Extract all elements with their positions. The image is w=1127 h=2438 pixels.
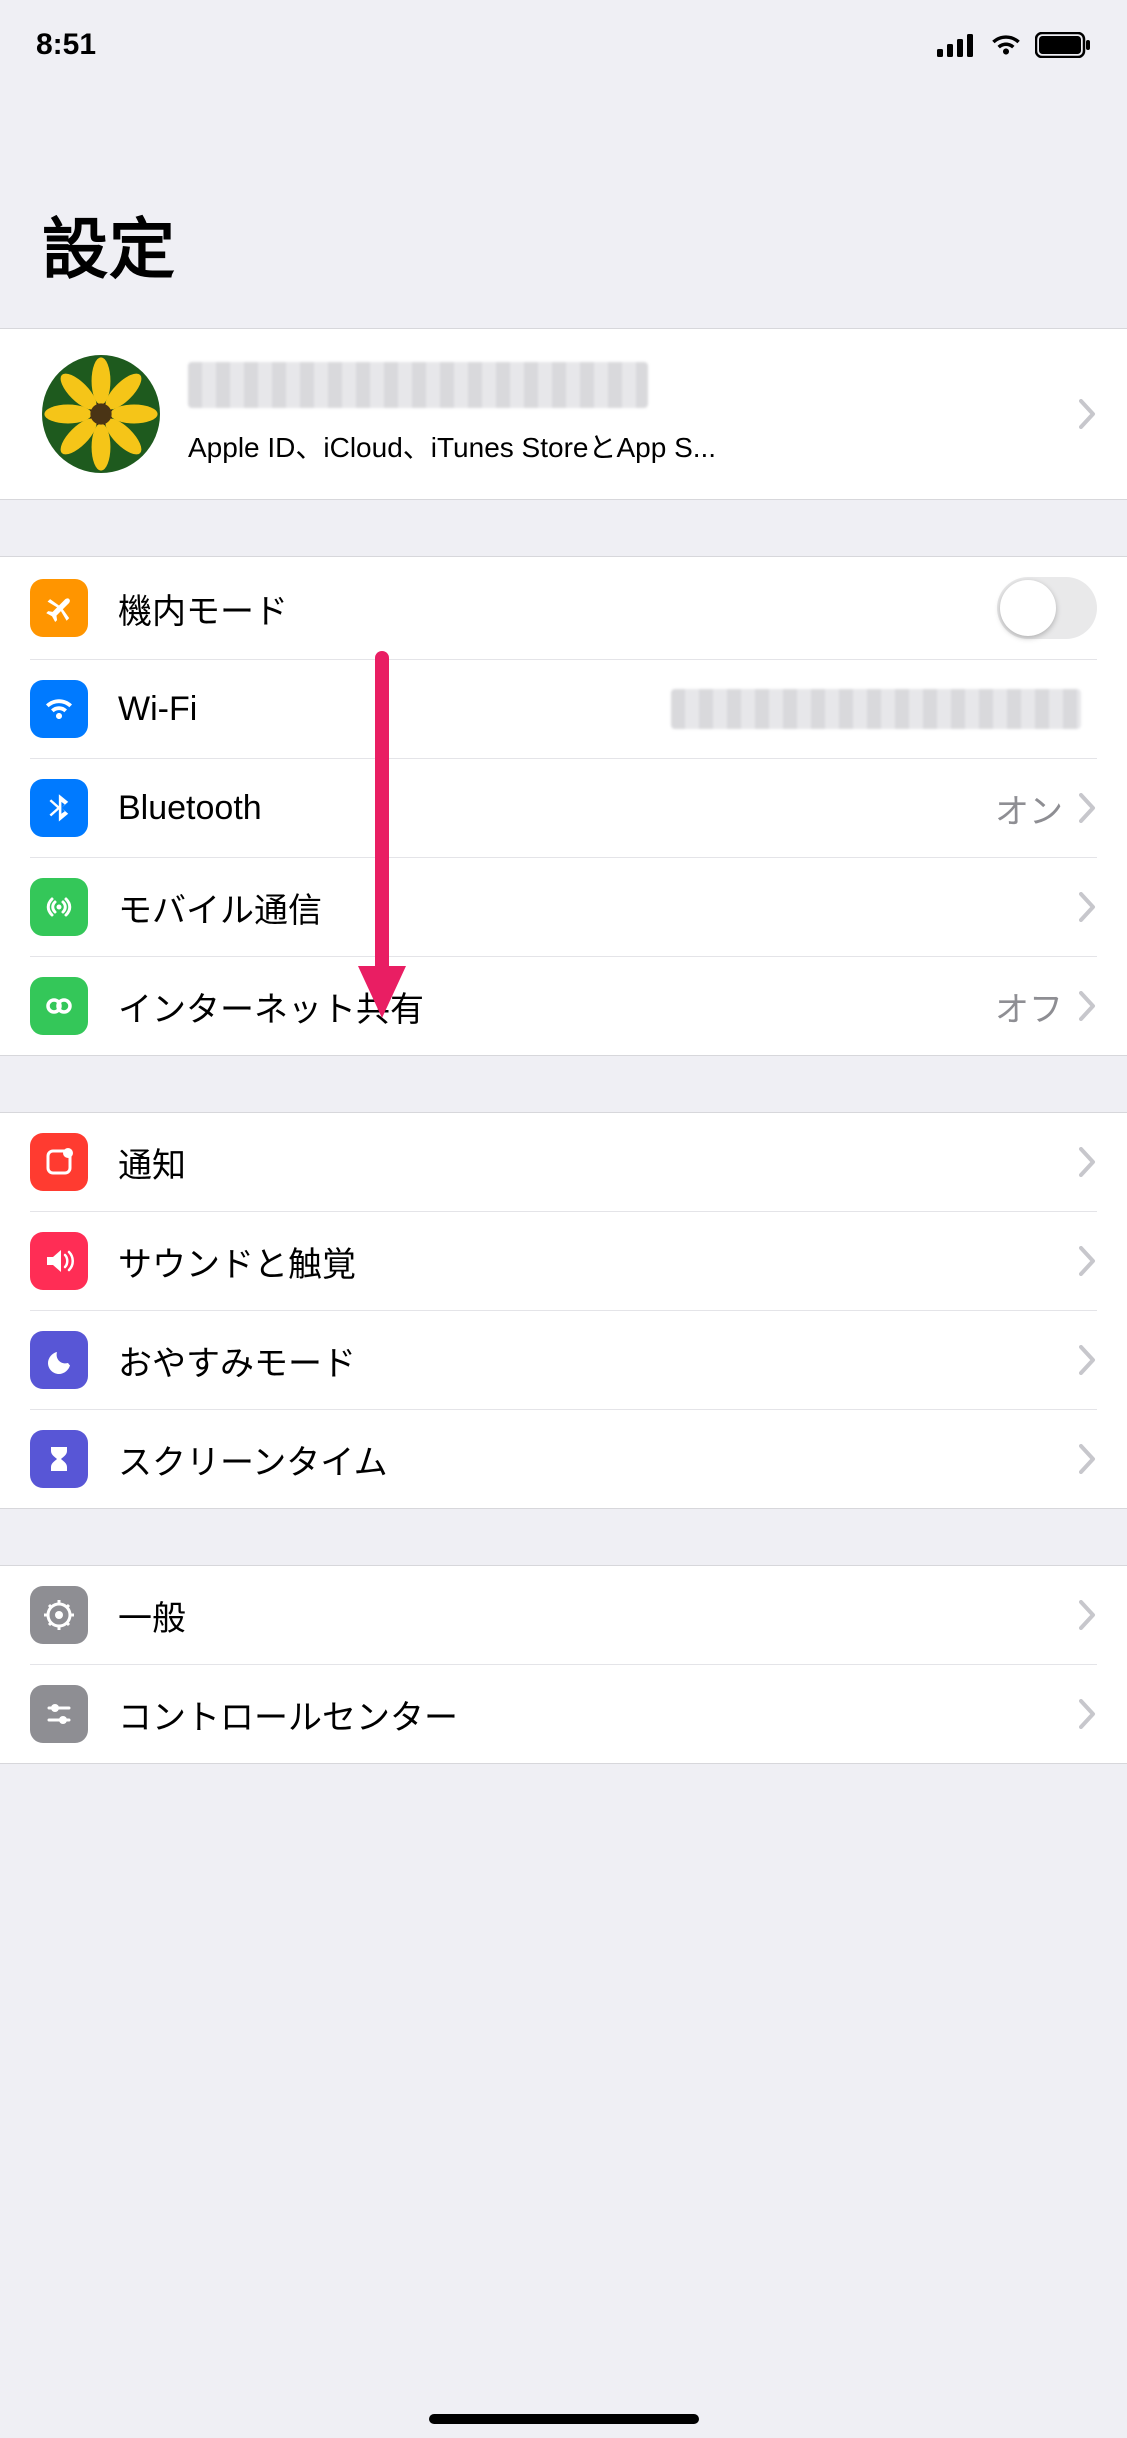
chevron-right-icon (1079, 1444, 1097, 1474)
chevron-right-icon (1079, 1600, 1097, 1630)
bluetooth-row[interactable]: Bluetooth オン (0, 758, 1127, 857)
controlcenter-icon (30, 1685, 88, 1743)
redacted-name (188, 362, 648, 408)
cellular-icon (30, 878, 88, 936)
airplane-icon (30, 579, 88, 637)
cellular-row[interactable]: モバイル通信 (0, 857, 1127, 956)
chevron-right-icon (1079, 1246, 1097, 1276)
wifi-icon (989, 33, 1023, 57)
chevron-right-icon (1079, 793, 1097, 823)
row-value: オン (995, 784, 1063, 833)
row-label: サウンドと触覚 (118, 1237, 1079, 1286)
chevron-right-icon (1079, 1345, 1097, 1375)
row-label: コントロールセンター (118, 1690, 1079, 1739)
chevron-right-icon (1079, 1699, 1097, 1729)
apple-id-row[interactable]: Apple ID、iCloud、iTunes StoreとApp S... (0, 329, 1127, 499)
chevron-right-icon (1079, 1147, 1097, 1177)
row-label: 一般 (118, 1591, 1079, 1640)
chevron-right-icon (1079, 892, 1097, 922)
dnd-row[interactable]: おやすみモード (0, 1310, 1127, 1409)
hotspot-icon (30, 977, 88, 1035)
row-value: オフ (995, 982, 1063, 1031)
battery-icon (1035, 32, 1091, 58)
general-row[interactable]: 一般 (0, 1566, 1127, 1664)
chevron-right-icon (1079, 991, 1097, 1021)
bluetooth-icon (30, 779, 88, 837)
general-group: 一般 コントロールセンター (0, 1565, 1127, 1764)
cellular-signal-icon (937, 33, 977, 57)
page-title: 設定 (0, 90, 1127, 328)
wifi-settings-icon (30, 680, 88, 738)
wifi-row[interactable]: Wi-Fi (0, 659, 1127, 758)
row-label: おやすみモード (118, 1336, 1079, 1385)
chevron-right-icon (1079, 399, 1097, 429)
airplane-toggle[interactable] (997, 577, 1097, 639)
status-time: 8:51 (36, 28, 96, 62)
status-indicators (937, 32, 1091, 58)
row-label: Wi-Fi (118, 690, 671, 729)
airplane-mode-row[interactable]: 機内モード (0, 557, 1127, 659)
sounds-row[interactable]: サウンドと触覚 (0, 1211, 1127, 1310)
notifications-row[interactable]: 通知 (0, 1113, 1127, 1211)
profile-text: Apple ID、iCloud、iTunes StoreとApp S... (188, 362, 1051, 466)
profile-name (188, 362, 1051, 418)
row-label: スクリーンタイム (118, 1435, 1079, 1484)
profile-subtitle: Apple ID、iCloud、iTunes StoreとApp S... (188, 426, 1051, 466)
row-label: インターネット共有 (118, 982, 995, 1031)
row-label: Bluetooth (118, 789, 995, 828)
sounds-icon (30, 1232, 88, 1290)
redacted-wifi-value (671, 689, 1081, 729)
screentime-row[interactable]: スクリーンタイム (0, 1409, 1127, 1508)
moon-icon (30, 1331, 88, 1389)
home-indicator (429, 2414, 699, 2424)
row-label: モバイル通信 (118, 883, 1079, 932)
status-bar: 8:51 (0, 0, 1127, 90)
row-label: 機内モード (118, 584, 997, 633)
gear-icon (30, 1586, 88, 1644)
avatar (42, 355, 160, 473)
notifications-icon (30, 1133, 88, 1191)
hourglass-icon (30, 1430, 88, 1488)
row-label: 通知 (118, 1138, 1079, 1187)
controlcenter-row[interactable]: コントロールセンター (0, 1664, 1127, 1763)
hotspot-row[interactable]: インターネット共有 オフ (0, 956, 1127, 1055)
notifications-group: 通知 サウンドと触覚 おやすみモード スクリーンタイム (0, 1112, 1127, 1509)
profile-group: Apple ID、iCloud、iTunes StoreとApp S... (0, 328, 1127, 500)
connectivity-group: 機内モード Wi-Fi Bluetooth オン モバイル通信 (0, 556, 1127, 1056)
